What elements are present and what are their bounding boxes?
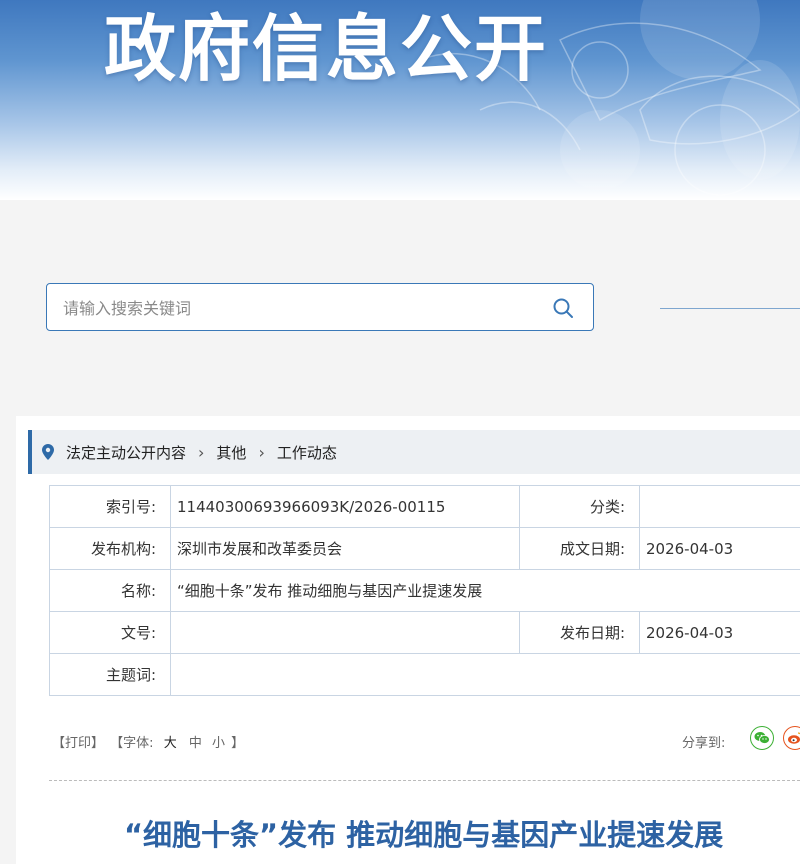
category-value [639,485,800,528]
table-row: 名称: “细胞十条”发布 推动细胞与基因产业提速发展 [49,569,800,612]
pin-icon [42,444,54,460]
doc-no-label: 文号: [49,611,171,654]
wechat-icon[interactable] [750,726,774,750]
breadcrumb-item-other[interactable]: 其他 [216,442,246,463]
table-row: 文号: 发布日期: 2026-04-03 [49,611,800,654]
publish-date-value: 2026-04-03 [639,611,800,654]
name-value: “细胞十条”发布 推动细胞与基因产业提速发展 [170,569,800,612]
subject-label: 主题词: [49,653,171,696]
print-button[interactable]: 【打印】 [52,736,104,751]
table-row: 索引号: 11440300693966093K/2026-00115 分类: [49,485,800,528]
decorative-line [660,308,800,309]
index-label: 索引号: [49,485,171,528]
table-row: 发布机构: 深圳市发展和改革委员会 成文日期: 2026-04-03 [49,527,800,570]
index-value: 11440300693966093K/2026-00115 [170,485,520,528]
font-medium-button[interactable]: 中 [189,736,202,751]
weibo-icon[interactable] [783,726,800,750]
font-small-button[interactable]: 小 [212,736,225,751]
search-input[interactable] [61,294,535,322]
publish-date-label: 发布日期: [519,611,640,654]
font-large-button[interactable]: 大 [164,736,177,751]
info-table: 索引号: 11440300693966093K/2026-00115 分类: 发… [49,485,800,696]
breadcrumb-item-work-news[interactable]: 工作动态 [277,442,337,463]
search-icon[interactable] [552,297,574,319]
divider [49,780,800,781]
category-label: 分类: [519,485,640,528]
table-row: 主题词: [49,653,800,696]
header-banner: 政府信息公开 [0,0,800,200]
doc-no-value [170,611,520,654]
written-date-value: 2026-04-03 [639,527,800,570]
banner-title: 政府信息公开 [104,7,549,91]
search-box [46,283,594,331]
font-size-suffix: 】 [231,736,245,751]
subject-value [170,653,800,696]
chevron-right-icon: › [198,442,205,462]
written-date-label: 成文日期: [519,527,640,570]
breadcrumb: 法定主动公开内容 › 其他 › 工作动态 [28,430,800,474]
chevron-right-icon: › [258,442,265,462]
name-label: 名称: [49,569,171,612]
publisher-label: 发布机构: [49,527,171,570]
font-size-prefix: 【字体: [110,736,154,751]
share-label: 分享到: [682,736,726,751]
content-panel: 法定主动公开内容 › 其他 › 工作动态 索引号: 11440300693966… [16,416,800,864]
publisher-value: 深圳市发展和改革委员会 [170,527,520,570]
page-tools: 【打印】 【字体: 大 中 小 】 [52,732,246,751]
breadcrumb-item-public-content[interactable]: 法定主动公开内容 [66,442,186,463]
article-title: “细胞十条”发布 推动细胞与基因产业提速发展 [124,818,724,852]
